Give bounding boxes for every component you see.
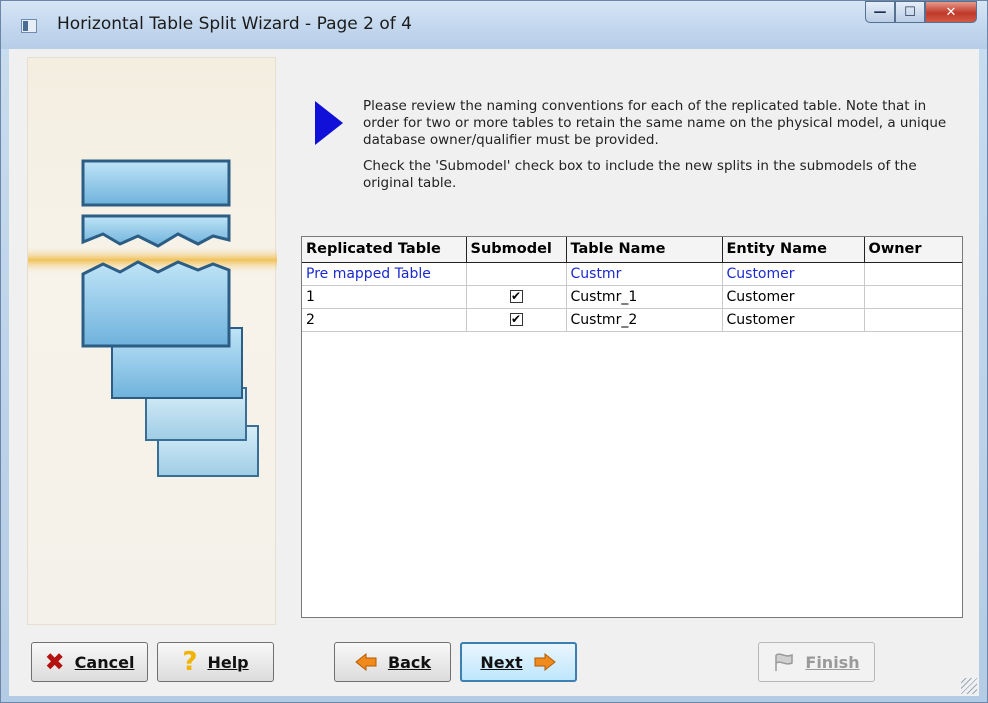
help-button[interactable]: ? Help [157,642,274,682]
cell-submodel: ✔ [465,284,567,309]
grid-header-row: Replicated Table Submodel Table Name Ent… [302,237,962,263]
window-controls: — ☐ ✕ [865,1,977,23]
finish-button[interactable]: Finish [758,642,875,682]
wizard-client-area: Please review the naming conventions for… [9,49,979,696]
wizard-window: Horizontal Table Split Wizard - Page 2 o… [0,0,988,703]
column-header-replicated-table[interactable]: Replicated Table [302,237,467,263]
table-row[interactable]: Pre mapped Table Custmr Customer [302,261,962,286]
cell-owner[interactable] [863,284,962,309]
submodel-checkbox[interactable]: ✔ [509,290,523,303]
cell-table-name[interactable]: Custmr_1 [565,284,723,309]
cell-owner[interactable] [863,307,962,332]
flag-icon [773,652,795,672]
column-header-table-name[interactable]: Table Name [565,237,723,263]
cell-replicated-table: 1 [302,284,467,309]
arrow-right-icon [533,652,557,672]
cell-entity-name[interactable]: Customer [721,284,865,309]
back-button-label: Back [387,652,432,672]
table-split-illustration [28,159,277,477]
cell-replicated-table: Pre mapped Table [302,261,467,286]
cancel-button[interactable]: ✖ Cancel [31,642,148,682]
wizard-illustration [27,57,277,625]
cell-table-name[interactable]: Custmr_2 [565,307,723,332]
cell-owner[interactable] [863,261,962,286]
submodel-checkbox[interactable]: ✔ [509,313,523,326]
resize-grip[interactable] [961,678,977,694]
window-title: Horizontal Table Split Wizard - Page 2 o… [57,14,412,34]
column-header-entity-name[interactable]: Entity Name [721,237,865,263]
close-button[interactable]: ✕ [925,1,977,23]
cancel-button-label: Cancel [74,652,135,672]
finish-button-label: Finish [805,652,860,672]
title-bar[interactable]: Horizontal Table Split Wizard - Page 2 o… [1,1,987,49]
minimize-button[interactable]: — [865,1,895,23]
maximize-button[interactable]: ☐ [895,1,925,23]
triangle-right-icon [315,101,343,145]
cell-replicated-table: 2 [302,307,467,332]
question-icon: ? [182,647,198,677]
table-row[interactable]: 1 ✔ Custmr_1 Customer [302,284,962,309]
column-header-owner[interactable]: Owner [863,237,962,263]
column-header-submodel[interactable]: Submodel [465,237,567,263]
replicated-tables-grid[interactable]: Replicated Table Submodel Table Name Ent… [301,236,963,618]
instruction-paragraph-1: Please review the naming conventions for… [363,98,947,148]
cell-entity-name[interactable]: Customer [721,261,865,286]
next-button[interactable]: Next [460,642,577,682]
cell-submodel: ✔ [465,307,567,332]
arrow-left-icon [354,652,378,672]
instruction-paragraph-2: Check the 'Submodel' check box to includ… [363,158,917,191]
table-row[interactable]: 2 ✔ Custmr_2 Customer [302,307,962,332]
back-button[interactable]: Back [334,642,451,682]
next-button-label: Next [480,652,523,672]
cell-table-name[interactable]: Custmr [565,261,723,286]
cell-submodel [465,261,567,286]
x-icon: ✖ [44,648,65,676]
instructions: Please review the naming conventions for… [363,98,963,201]
cell-entity-name[interactable]: Customer [721,307,865,332]
app-icon [21,19,37,33]
help-button-label: Help [207,652,249,672]
